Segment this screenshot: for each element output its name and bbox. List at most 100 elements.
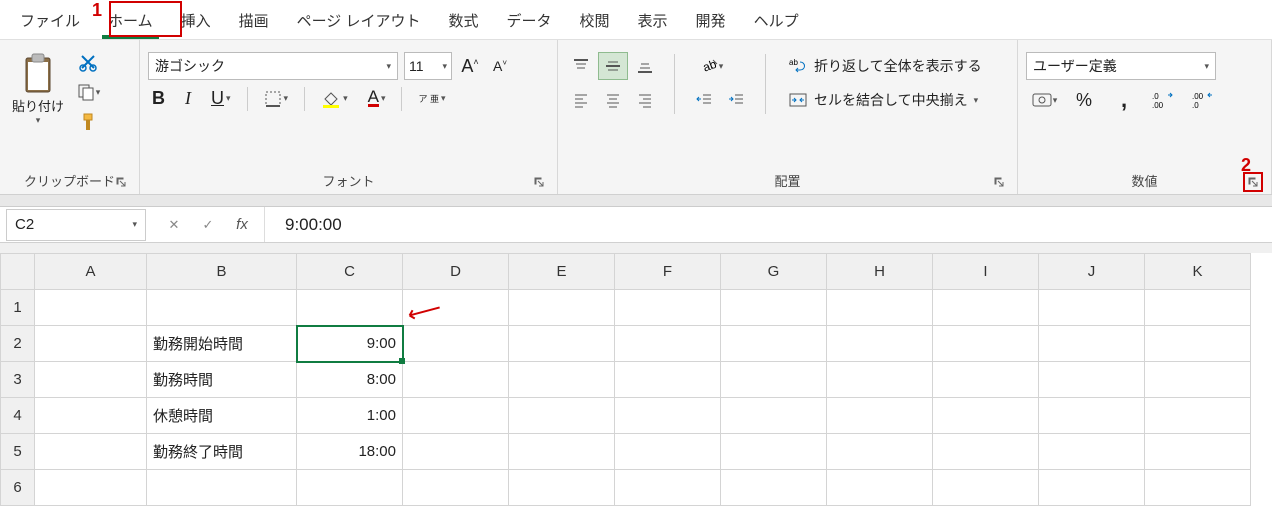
cell[interactable] bbox=[35, 434, 147, 470]
cell[interactable] bbox=[1145, 326, 1251, 362]
cell[interactable] bbox=[1039, 434, 1145, 470]
cell[interactable] bbox=[509, 362, 615, 398]
tab-home[interactable]: ホーム bbox=[94, 0, 167, 39]
cell[interactable] bbox=[1039, 362, 1145, 398]
name-box[interactable]: C2▾ bbox=[6, 209, 146, 241]
cell[interactable] bbox=[403, 398, 509, 434]
cell[interactable] bbox=[615, 398, 721, 434]
font-size-select[interactable]: 11▾ bbox=[404, 52, 452, 80]
confirm-edit-button[interactable]: ✓ bbox=[196, 213, 220, 237]
wrap-text-button[interactable]: ab 折り返して全体を表示する bbox=[780, 52, 990, 80]
cell[interactable] bbox=[721, 326, 827, 362]
cell[interactable] bbox=[721, 362, 827, 398]
cell[interactable]: 8:00 bbox=[297, 362, 403, 398]
decrease-indent-button[interactable] bbox=[689, 86, 719, 114]
decrease-decimal-button[interactable]: .00.0 bbox=[1186, 86, 1222, 114]
decrease-font-button[interactable]: A˅ bbox=[488, 54, 512, 78]
col-header-A[interactable]: A bbox=[35, 254, 147, 290]
col-header-E[interactable]: E bbox=[509, 254, 615, 290]
cell[interactable] bbox=[827, 434, 933, 470]
cell[interactable] bbox=[933, 398, 1039, 434]
copy-button[interactable]: ▾ bbox=[74, 80, 102, 104]
tab-draw[interactable]: 描画 bbox=[225, 0, 283, 39]
cell[interactable] bbox=[1145, 398, 1251, 434]
col-header-H[interactable]: H bbox=[827, 254, 933, 290]
row-header-5[interactable]: 5 bbox=[1, 434, 35, 470]
cell[interactable] bbox=[509, 470, 615, 506]
col-header-F[interactable]: F bbox=[615, 254, 721, 290]
col-header-C[interactable]: C bbox=[297, 254, 403, 290]
cell[interactable] bbox=[1145, 290, 1251, 326]
font-family-select[interactable]: 游ゴシック▾ bbox=[148, 52, 398, 80]
tab-formulas[interactable]: 数式 bbox=[434, 0, 492, 39]
font-color-button[interactable]: A ▾ bbox=[364, 88, 390, 109]
cut-button[interactable] bbox=[74, 50, 102, 74]
dialog-launcher-font[interactable] bbox=[531, 174, 547, 190]
tab-view[interactable]: 表示 bbox=[624, 0, 682, 39]
cell[interactable] bbox=[1039, 398, 1145, 434]
cell[interactable] bbox=[147, 290, 297, 326]
cell[interactable] bbox=[509, 290, 615, 326]
cell[interactable] bbox=[403, 362, 509, 398]
row-header-1[interactable]: 1 bbox=[1, 290, 35, 326]
tab-page-layout[interactable]: ページ レイアウト bbox=[283, 0, 435, 39]
tab-insert[interactable]: 挿入 bbox=[167, 0, 225, 39]
align-center-button[interactable] bbox=[598, 86, 628, 114]
cell[interactable] bbox=[1039, 290, 1145, 326]
cell[interactable]: 1:00 bbox=[297, 398, 403, 434]
align-middle-button[interactable] bbox=[598, 52, 628, 80]
cell[interactable]: 勤務時間 bbox=[147, 362, 297, 398]
cell[interactable] bbox=[933, 326, 1039, 362]
cell[interactable] bbox=[1145, 362, 1251, 398]
cell[interactable] bbox=[147, 470, 297, 506]
col-header-I[interactable]: I bbox=[933, 254, 1039, 290]
format-painter-button[interactable] bbox=[74, 110, 102, 134]
percent-button[interactable]: % bbox=[1066, 86, 1102, 114]
cell[interactable] bbox=[403, 470, 509, 506]
italic-button[interactable]: I bbox=[181, 86, 195, 111]
cell[interactable] bbox=[1039, 470, 1145, 506]
orientation-button[interactable]: ab ▾ bbox=[689, 52, 733, 80]
border-button[interactable]: ▾ bbox=[260, 88, 293, 110]
cell[interactable] bbox=[35, 362, 147, 398]
col-header-J[interactable]: J bbox=[1039, 254, 1145, 290]
align-right-button[interactable] bbox=[630, 86, 660, 114]
cell[interactable] bbox=[403, 326, 509, 362]
cell[interactable] bbox=[35, 326, 147, 362]
bold-button[interactable]: B bbox=[148, 86, 169, 111]
select-all-corner[interactable] bbox=[1, 254, 35, 290]
cell[interactable] bbox=[35, 290, 147, 326]
cell[interactable] bbox=[615, 434, 721, 470]
col-header-D[interactable]: D bbox=[403, 254, 509, 290]
tab-review[interactable]: 校閲 bbox=[566, 0, 624, 39]
tab-data[interactable]: データ bbox=[493, 0, 566, 39]
cell[interactable] bbox=[297, 290, 403, 326]
align-left-button[interactable] bbox=[566, 86, 596, 114]
tab-help[interactable]: ヘルプ bbox=[740, 0, 813, 39]
cell[interactable] bbox=[721, 470, 827, 506]
accounting-format-button[interactable]: ▾ bbox=[1026, 86, 1062, 114]
cell[interactable] bbox=[615, 290, 721, 326]
cell[interactable] bbox=[827, 362, 933, 398]
cell[interactable] bbox=[35, 470, 147, 506]
cell[interactable] bbox=[933, 290, 1039, 326]
col-header-B[interactable]: B bbox=[147, 254, 297, 290]
cell[interactable]: 18:00 bbox=[297, 434, 403, 470]
row-header-2[interactable]: 2 bbox=[1, 326, 35, 362]
row-header-6[interactable]: 6 bbox=[1, 470, 35, 506]
paste-button[interactable]: 貼り付け ▾ bbox=[8, 50, 68, 128]
cell[interactable] bbox=[509, 326, 615, 362]
cell[interactable] bbox=[827, 326, 933, 362]
col-header-K[interactable]: K bbox=[1145, 254, 1251, 290]
cell[interactable] bbox=[1145, 434, 1251, 470]
align-top-button[interactable] bbox=[566, 52, 596, 80]
cell-active[interactable]: 9:00 bbox=[297, 326, 403, 362]
tab-file[interactable]: ファイル bbox=[6, 0, 94, 39]
merge-center-button[interactable]: セルを結合して中央揃え ▾ bbox=[780, 86, 990, 114]
cancel-edit-button[interactable]: ✕ bbox=[162, 213, 186, 237]
cell[interactable] bbox=[721, 290, 827, 326]
cell[interactable] bbox=[403, 434, 509, 470]
comma-button[interactable]: , bbox=[1106, 86, 1142, 114]
cell[interactable] bbox=[509, 434, 615, 470]
cell[interactable] bbox=[933, 362, 1039, 398]
